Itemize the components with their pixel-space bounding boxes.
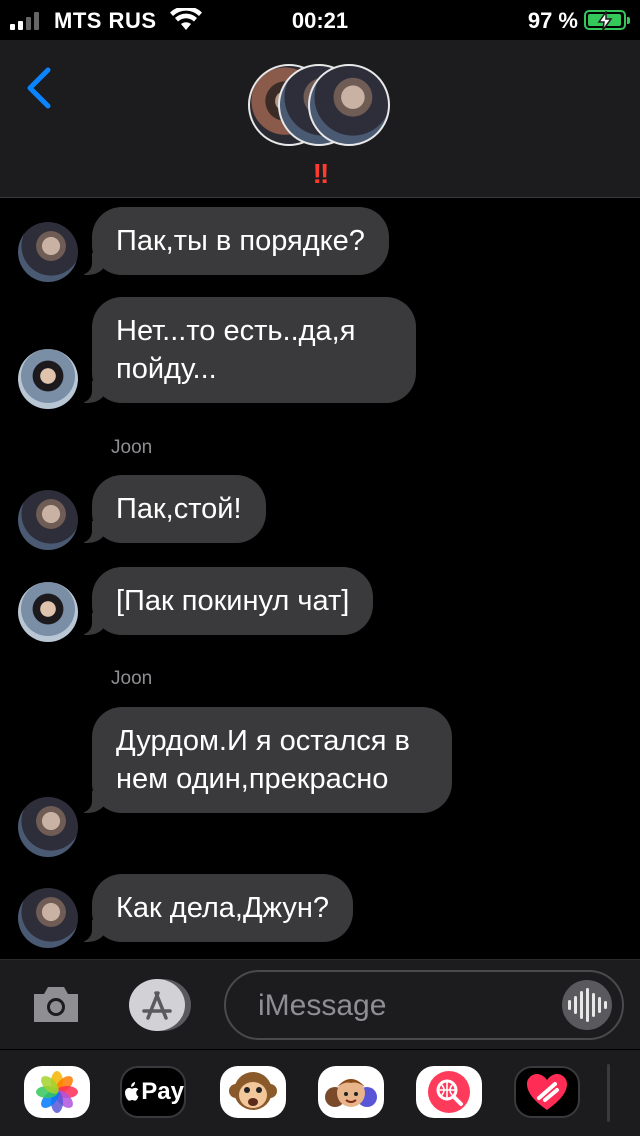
battery-charging-icon	[584, 10, 630, 31]
app-drawer: Pay	[0, 1050, 640, 1136]
pak-avatar[interactable]	[18, 349, 78, 409]
camera-icon[interactable]	[30, 982, 82, 1026]
joon-avatar[interactable]	[18, 888, 78, 948]
message-input[interactable]: iMessage	[224, 970, 624, 1040]
message-input-placeholder: iMessage	[258, 989, 387, 1022]
photos-app-icon[interactable]	[24, 1066, 90, 1118]
message-bubble[interactable]: Пак,стой!	[78, 475, 266, 543]
composer-bar: iMessage	[0, 959, 640, 1049]
urgent-exclamation-badge: !!	[312, 158, 330, 189]
app-store-icon[interactable]	[126, 978, 192, 1032]
audio-waveform-icon[interactable]	[562, 980, 612, 1030]
sender-name: Joon	[111, 437, 153, 458]
group-member-avatar	[308, 64, 390, 146]
message-bubble[interactable]: Дурдом.И я остался в нем один,прекрасно	[78, 707, 452, 813]
apple-logo-icon	[125, 1082, 139, 1101]
joon-avatar[interactable]	[18, 490, 78, 550]
pak-avatar[interactable]	[18, 582, 78, 642]
message-thread[interactable]: Пак,ты в порядке? Нет...то есть..да,я по…	[0, 199, 640, 959]
message-bubble[interactable]: Нет...то есть..да,я пойду...	[78, 297, 416, 403]
drawer-scroll-divider	[607, 1064, 610, 1122]
memoji-icon[interactable]	[318, 1066, 384, 1118]
conversation-header: !!	[0, 40, 640, 198]
battery-percentage: 97 %	[527, 8, 578, 33]
animoji-monkey-icon[interactable]	[220, 1066, 286, 1118]
joon-avatar[interactable]	[18, 222, 78, 282]
message-bubble[interactable]: Пак,ты в порядке?	[78, 207, 389, 275]
status-bar: MTS RUS 00:21 97 %	[0, 0, 640, 40]
web-search-images-icon[interactable]	[416, 1066, 482, 1118]
group-avatar-stack[interactable]	[248, 64, 398, 148]
sender-name: Joon	[111, 668, 153, 689]
digital-touch-heart-icon[interactable]	[514, 1066, 580, 1118]
back-chevron-icon[interactable]	[22, 66, 58, 110]
apple-pay-app-icon[interactable]: Pay	[120, 1066, 186, 1118]
message-bubble[interactable]: [Пак покинул чат]	[77, 567, 374, 635]
joon-avatar[interactable]	[18, 797, 78, 857]
apple-pay-label: Pay	[141, 1078, 184, 1105]
message-bubble[interactable]: Как дела,Джун?	[78, 874, 353, 942]
